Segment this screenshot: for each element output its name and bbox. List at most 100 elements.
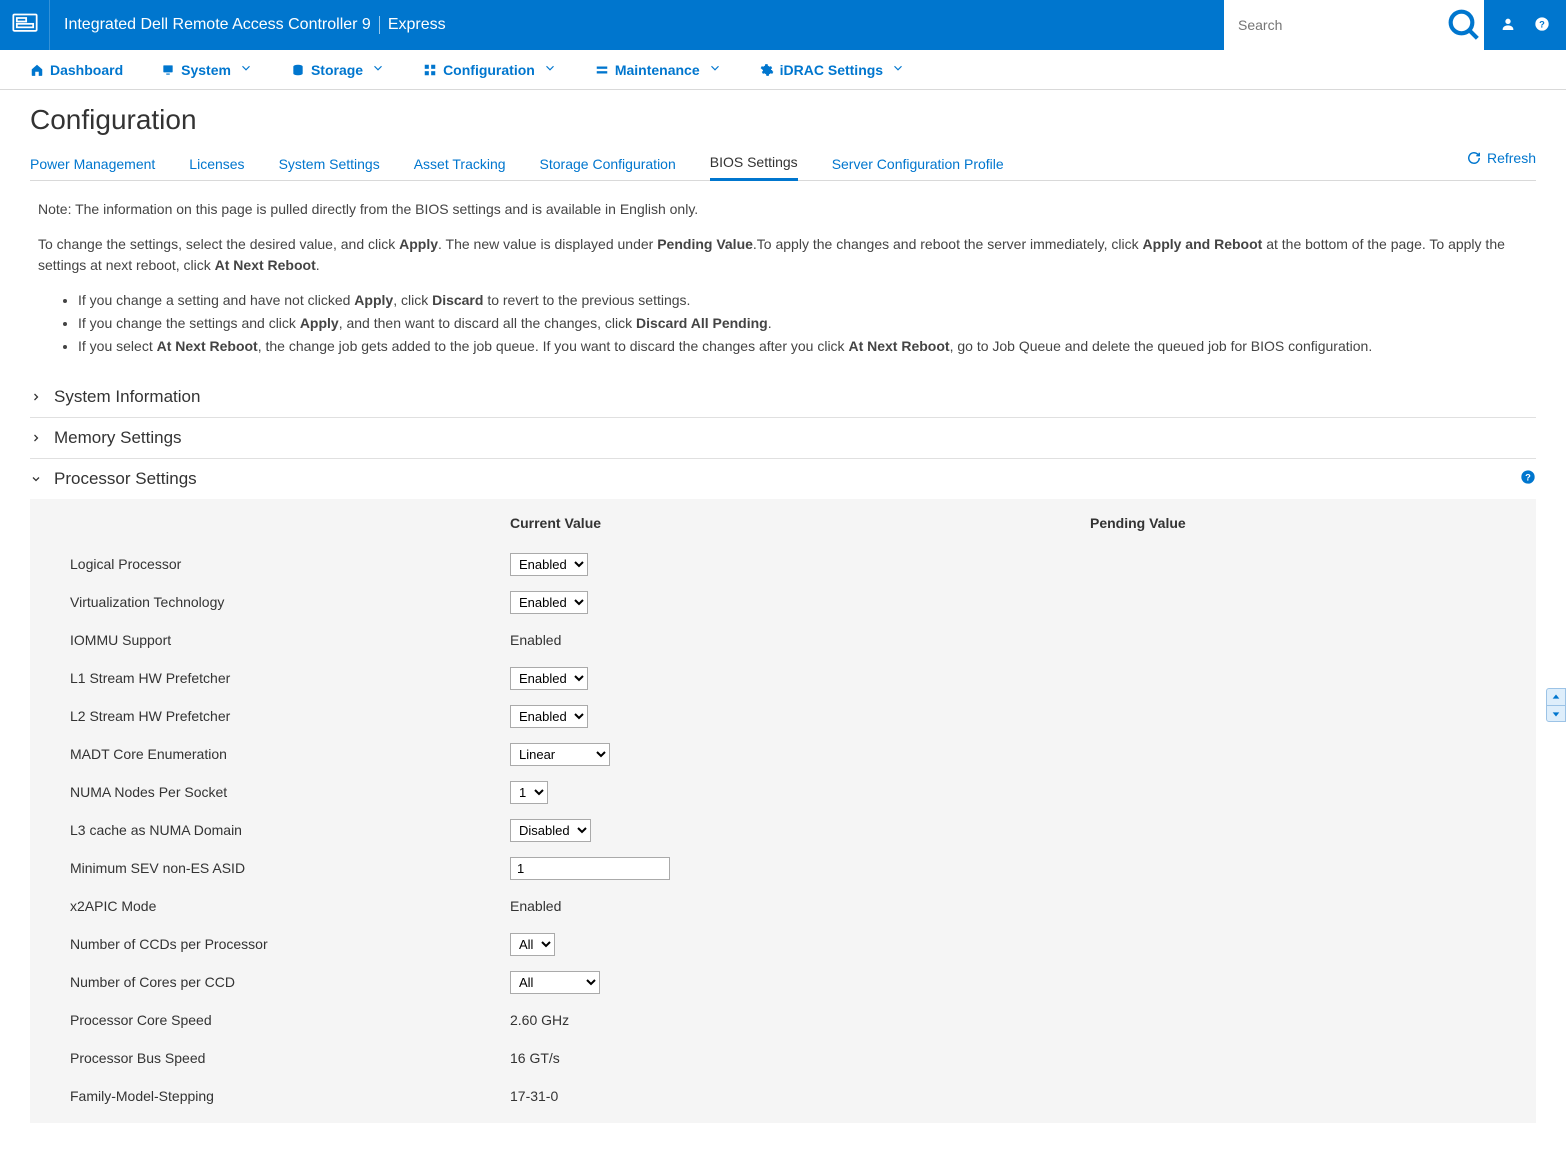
select-virtualization-technology[interactable]: Enabled bbox=[510, 591, 588, 614]
tab-asset-tracking[interactable]: Asset Tracking bbox=[414, 148, 506, 180]
topbar: Integrated Dell Remote Access Controller… bbox=[0, 0, 1566, 50]
label-x2apic: x2APIC Mode bbox=[70, 898, 510, 914]
value-fms: 17-31-0 bbox=[510, 1088, 1090, 1104]
nav-idrac-settings[interactable]: iDRAC Settings bbox=[760, 61, 905, 78]
section-processor-settings-header[interactable]: Processor Settings ? bbox=[30, 459, 1536, 499]
scroll-down-button[interactable] bbox=[1547, 705, 1565, 721]
section-processor-settings: Processor Settings ? Current Value Pendi… bbox=[30, 459, 1536, 1123]
label-number-ccds: Number of CCDs per Processor bbox=[70, 936, 510, 952]
label-fms: Family-Model-Stepping bbox=[70, 1088, 510, 1104]
label-logical-processor: Logical Processor bbox=[70, 556, 510, 572]
search-button[interactable] bbox=[1444, 0, 1484, 50]
select-cores-per-ccd[interactable]: All bbox=[510, 971, 600, 994]
chevron-down-icon bbox=[239, 61, 253, 78]
label-madt: MADT Core Enumeration bbox=[70, 746, 510, 762]
row-number-ccds: Number of CCDs per Processor All bbox=[70, 925, 1512, 963]
select-logical-processor[interactable]: Enabled bbox=[510, 553, 588, 576]
config-tabs: Power Management Licenses System Setting… bbox=[30, 146, 1536, 181]
chevron-right-icon bbox=[30, 391, 44, 403]
row-logical-processor: Logical Processor Enabled bbox=[70, 545, 1512, 583]
tab-power-management[interactable]: Power Management bbox=[30, 148, 155, 180]
search-input[interactable] bbox=[1224, 17, 1444, 33]
user-icon[interactable] bbox=[1500, 16, 1516, 35]
top-right-icons: ? bbox=[1484, 16, 1566, 35]
chevron-down-icon bbox=[891, 61, 905, 78]
tab-server-configuration-profile[interactable]: Server Configuration Profile bbox=[832, 148, 1004, 180]
label-l1-prefetcher: L1 Stream HW Prefetcher bbox=[70, 670, 510, 686]
select-l2-prefetcher[interactable]: Enabled bbox=[510, 705, 588, 728]
note-bullet-1: If you change a setting and have not cli… bbox=[78, 290, 1528, 311]
chevron-down-icon bbox=[543, 61, 557, 78]
page-title: Configuration bbox=[30, 104, 1536, 136]
tab-system-settings[interactable]: System Settings bbox=[279, 148, 380, 180]
label-l2-prefetcher: L2 Stream HW Prefetcher bbox=[70, 708, 510, 724]
refresh-button[interactable]: Refresh bbox=[1467, 150, 1536, 166]
section-system-information: System Information bbox=[30, 377, 1536, 418]
row-core-speed: Processor Core Speed 2.60 GHz bbox=[70, 1001, 1512, 1039]
row-cores-per-ccd: Number of Cores per CCD All bbox=[70, 963, 1512, 1001]
row-bus-speed: Processor Bus Speed 16 GT/s bbox=[70, 1039, 1512, 1077]
value-core-speed: 2.60 GHz bbox=[510, 1012, 1090, 1028]
processor-settings-body: Current Value Pending Value Logical Proc… bbox=[30, 499, 1536, 1123]
nav-maintenance[interactable]: Maintenance bbox=[595, 61, 722, 78]
row-l2-prefetcher: L2 Stream HW Prefetcher Enabled bbox=[70, 697, 1512, 735]
page-body: Configuration Power Management Licenses … bbox=[0, 90, 1566, 1163]
col-current-value: Current Value bbox=[510, 515, 1090, 531]
nav-idrac-label: iDRAC Settings bbox=[780, 62, 883, 78]
column-headers: Current Value Pending Value bbox=[70, 515, 1512, 531]
search-box bbox=[1224, 0, 1484, 50]
value-iommu-support: Enabled bbox=[510, 632, 1090, 648]
select-l3-numa[interactable]: Disabled bbox=[510, 819, 591, 842]
help-icon[interactable]: ? bbox=[1534, 16, 1550, 35]
section-system-information-title: System Information bbox=[54, 387, 200, 407]
row-madt-core-enumeration: MADT Core Enumeration Linear bbox=[70, 735, 1512, 773]
brand-line2: Express bbox=[388, 16, 446, 34]
select-numa-nodes[interactable]: 1 bbox=[510, 781, 548, 804]
label-bus-speed: Processor Bus Speed bbox=[70, 1050, 510, 1066]
section-help-icon[interactable]: ? bbox=[1520, 469, 1536, 488]
label-l3-numa: L3 cache as NUMA Domain bbox=[70, 822, 510, 838]
nav-maintenance-label: Maintenance bbox=[615, 62, 700, 78]
nav-storage-label: Storage bbox=[311, 62, 363, 78]
value-bus-speed: 16 GT/s bbox=[510, 1050, 1090, 1066]
input-min-sev-asid[interactable] bbox=[510, 857, 670, 880]
chevron-right-icon bbox=[30, 432, 44, 444]
svg-text:?: ? bbox=[1525, 472, 1531, 482]
nav-system-label: System bbox=[181, 62, 231, 78]
row-l3-cache-numa: L3 cache as NUMA Domain Disabled bbox=[70, 811, 1512, 849]
brand-logo bbox=[0, 0, 50, 50]
section-memory-settings-header[interactable]: Memory Settings bbox=[30, 418, 1536, 458]
nav-dashboard-label: Dashboard bbox=[50, 62, 123, 78]
note-line1: Note: The information on this page is pu… bbox=[38, 199, 1528, 220]
nav-storage[interactable]: Storage bbox=[291, 61, 385, 78]
section-memory-settings-title: Memory Settings bbox=[54, 428, 182, 448]
svg-text:?: ? bbox=[1539, 19, 1545, 29]
select-l1-prefetcher[interactable]: Enabled bbox=[510, 667, 588, 690]
label-virtualization-technology: Virtualization Technology bbox=[70, 594, 510, 610]
nav-system[interactable]: System bbox=[161, 61, 253, 78]
brand-title: Integrated Dell Remote Access Controller… bbox=[50, 16, 460, 34]
row-family-model-stepping: Family-Model-Stepping 17-31-0 bbox=[70, 1077, 1512, 1115]
label-iommu-support: IOMMU Support bbox=[70, 632, 510, 648]
section-system-information-header[interactable]: System Information bbox=[30, 377, 1536, 417]
note-paragraph-2: To change the settings, select the desir… bbox=[38, 234, 1528, 276]
nav-dashboard[interactable]: Dashboard bbox=[30, 62, 123, 78]
tab-storage-configuration[interactable]: Storage Configuration bbox=[540, 148, 676, 180]
info-notes: Note: The information on this page is pu… bbox=[30, 181, 1536, 363]
row-x2apic-mode: x2APIC Mode Enabled bbox=[70, 887, 1512, 925]
row-min-sev-asid: Minimum SEV non-ES ASID bbox=[70, 849, 1512, 887]
nav-configuration-label: Configuration bbox=[443, 62, 535, 78]
settings-accordion: System Information Memory Settings Proce… bbox=[30, 377, 1536, 1123]
tab-bios-settings[interactable]: BIOS Settings bbox=[710, 146, 798, 181]
select-madt[interactable]: Linear bbox=[510, 743, 610, 766]
section-processor-settings-title: Processor Settings bbox=[54, 469, 197, 489]
row-numa-nodes-per-socket: NUMA Nodes Per Socket 1 bbox=[70, 773, 1512, 811]
tab-licenses[interactable]: Licenses bbox=[189, 148, 244, 180]
row-virtualization-technology: Virtualization Technology Enabled bbox=[70, 583, 1512, 621]
scroll-up-button[interactable] bbox=[1547, 689, 1565, 705]
scroll-pager bbox=[1546, 688, 1566, 722]
nav-configuration[interactable]: Configuration bbox=[423, 61, 557, 78]
note-bullet-3: If you select At Next Reboot, the change… bbox=[78, 336, 1528, 357]
note-bullets: If you change a setting and have not cli… bbox=[78, 290, 1528, 357]
select-number-ccds[interactable]: All bbox=[510, 933, 555, 956]
